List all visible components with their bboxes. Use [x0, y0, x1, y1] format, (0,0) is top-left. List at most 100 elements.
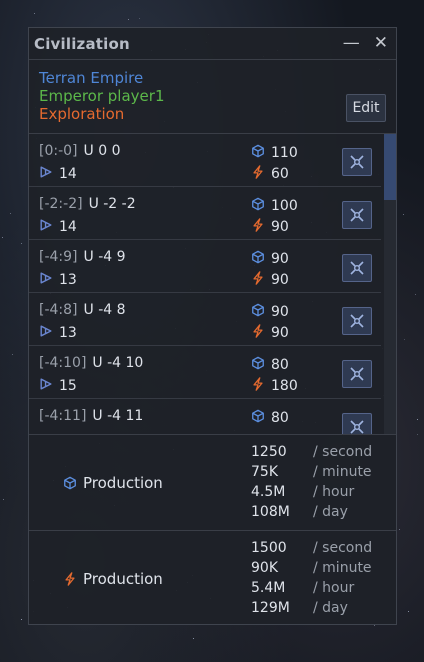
- rate-unit: / hour: [313, 484, 355, 500]
- rate-unit: / hour: [313, 580, 355, 596]
- window-title: Civilization: [34, 34, 130, 53]
- close-button[interactable]: ✕: [374, 35, 388, 52]
- fast-forward-icon: [39, 376, 53, 395]
- system-name: U -4 9: [83, 249, 126, 265]
- scrollbar-thumb[interactable]: [384, 134, 396, 200]
- system-row[interactable]: [-4:8] U -4 8 13 90 90: [29, 293, 381, 346]
- cube-icon: [63, 476, 77, 490]
- civilization-window: Civilization — ✕ Terran Empire Emperor p…: [28, 27, 397, 625]
- system-row[interactable]: [-4:9] U -4 9 13 90 90: [29, 240, 381, 293]
- system-name: U -4 11: [92, 408, 144, 424]
- bolt-icon: [63, 572, 77, 586]
- system-coords: [-4:9]: [39, 249, 78, 265]
- rate-unit: / second: [313, 540, 373, 556]
- cube-value: 80: [271, 356, 289, 373]
- production-title: Production: [83, 570, 163, 588]
- cube-icon: [251, 143, 265, 162]
- bolt-resource: 180: [251, 376, 298, 395]
- system-action-button[interactable]: [342, 201, 372, 229]
- speed-value: 14: [59, 218, 77, 235]
- production-rate-row: 1500 / second: [251, 540, 391, 560]
- bolt-value: 90: [271, 271, 289, 288]
- empire-name: Terran Empire: [39, 69, 144, 87]
- star: [417, 419, 418, 420]
- system-coords: [-4:10]: [39, 355, 87, 371]
- system-action-button[interactable]: [342, 148, 372, 176]
- system-row[interactable]: [-2:-2] U -2 -2 14 100 90: [29, 187, 381, 240]
- bolt-production-panel: Production 1500 / second 90K / minute 5.4M / h…: [29, 530, 396, 627]
- system-coords: [0:-0]: [39, 143, 78, 159]
- bolt-value: 60: [271, 165, 289, 182]
- bolt-value: 90: [271, 324, 289, 341]
- rate-value: 108M: [251, 504, 290, 520]
- production-label: Production: [63, 474, 163, 492]
- system-action-button[interactable]: [342, 360, 372, 388]
- system-name: U -2 -2: [88, 196, 136, 212]
- rate-unit: / minute: [313, 464, 372, 480]
- rate-unit: / second: [313, 444, 373, 460]
- cube-resource: 100: [251, 196, 298, 215]
- star: [12, 354, 13, 355]
- rate-value: 129M: [251, 600, 290, 616]
- fast-forward-icon: [39, 164, 53, 183]
- cube-resource: 90: [251, 302, 289, 321]
- system-row[interactable]: [-4:11] U -4 11 80: [29, 399, 381, 434]
- star: [10, 213, 11, 214]
- speed-value: 15: [59, 377, 77, 394]
- cube-icon: [251, 408, 265, 427]
- bolt-resource: 90: [251, 323, 289, 342]
- target-icon: [349, 313, 365, 329]
- rate-unit: / minute: [313, 560, 372, 576]
- system-row[interactable]: [-4:10] U -4 10 15 80 180: [29, 346, 381, 399]
- bolt-icon: [251, 217, 265, 236]
- cube-resource: 90: [251, 249, 289, 268]
- bolt-resource: 90: [251, 217, 289, 236]
- star: [2, 237, 3, 238]
- system-action-button[interactable]: [342, 413, 372, 434]
- list-scrollbar[interactable]: [384, 134, 396, 434]
- window-titlebar[interactable]: Civilization — ✕: [29, 28, 396, 60]
- star: [399, 529, 400, 530]
- cube-value: 80: [271, 409, 289, 426]
- cube-resource: 110: [251, 143, 298, 162]
- speed-value: 13: [59, 271, 77, 288]
- system-coords: [-4:11]: [39, 408, 87, 424]
- cube-icon: [251, 249, 265, 268]
- system-action-button[interactable]: [342, 307, 372, 335]
- system-action-button[interactable]: [342, 254, 372, 282]
- bolt-icon: [251, 376, 265, 395]
- star: [404, 339, 405, 340]
- cube-production-panel: Production 1250 / second 75K / minute 4.5M / h…: [29, 434, 396, 531]
- speed-stat: 13: [39, 270, 77, 289]
- rate-value: 75K: [251, 464, 278, 480]
- system-row[interactable]: [0:-0] U 0 0 14 110 60: [29, 134, 381, 187]
- fast-forward-icon: [39, 323, 53, 342]
- star: [193, 638, 194, 639]
- production-title: Production: [83, 474, 163, 492]
- edit-button[interactable]: Edit: [346, 94, 386, 122]
- system-name: U 0 0: [83, 143, 121, 159]
- speed-stat: 13: [39, 323, 77, 342]
- system-location: [-4:11] U -4 11: [39, 408, 143, 424]
- system-coords: [-2:-2]: [39, 196, 83, 212]
- production-label: Production: [63, 570, 163, 588]
- star: [417, 434, 418, 435]
- cube-resource: 80: [251, 355, 289, 374]
- target-icon: [349, 366, 365, 382]
- star: [403, 214, 404, 215]
- cube-icon: [251, 355, 265, 374]
- system-location: [-4:9] U -4 9: [39, 249, 126, 265]
- empire-focus: Exploration: [39, 105, 125, 123]
- system-location: [0:-0] U 0 0: [39, 143, 120, 159]
- system-list[interactable]: [-4:11] U -4 11 80 [-4:10] U -4 10 15 80 180 [-4…: [29, 134, 396, 434]
- bolt-value: 90: [271, 218, 289, 235]
- system-coords: [-4:8]: [39, 302, 78, 318]
- cube-value: 100: [271, 197, 298, 214]
- target-icon: [349, 154, 365, 170]
- star: [128, 19, 129, 20]
- minimize-button[interactable]: —: [343, 35, 360, 52]
- bolt-icon: [251, 270, 265, 289]
- fast-forward-icon: [39, 217, 53, 236]
- empire-header: Terran Empire Emperor player1 Exploratio…: [29, 60, 396, 134]
- speed-stat: 14: [39, 217, 77, 236]
